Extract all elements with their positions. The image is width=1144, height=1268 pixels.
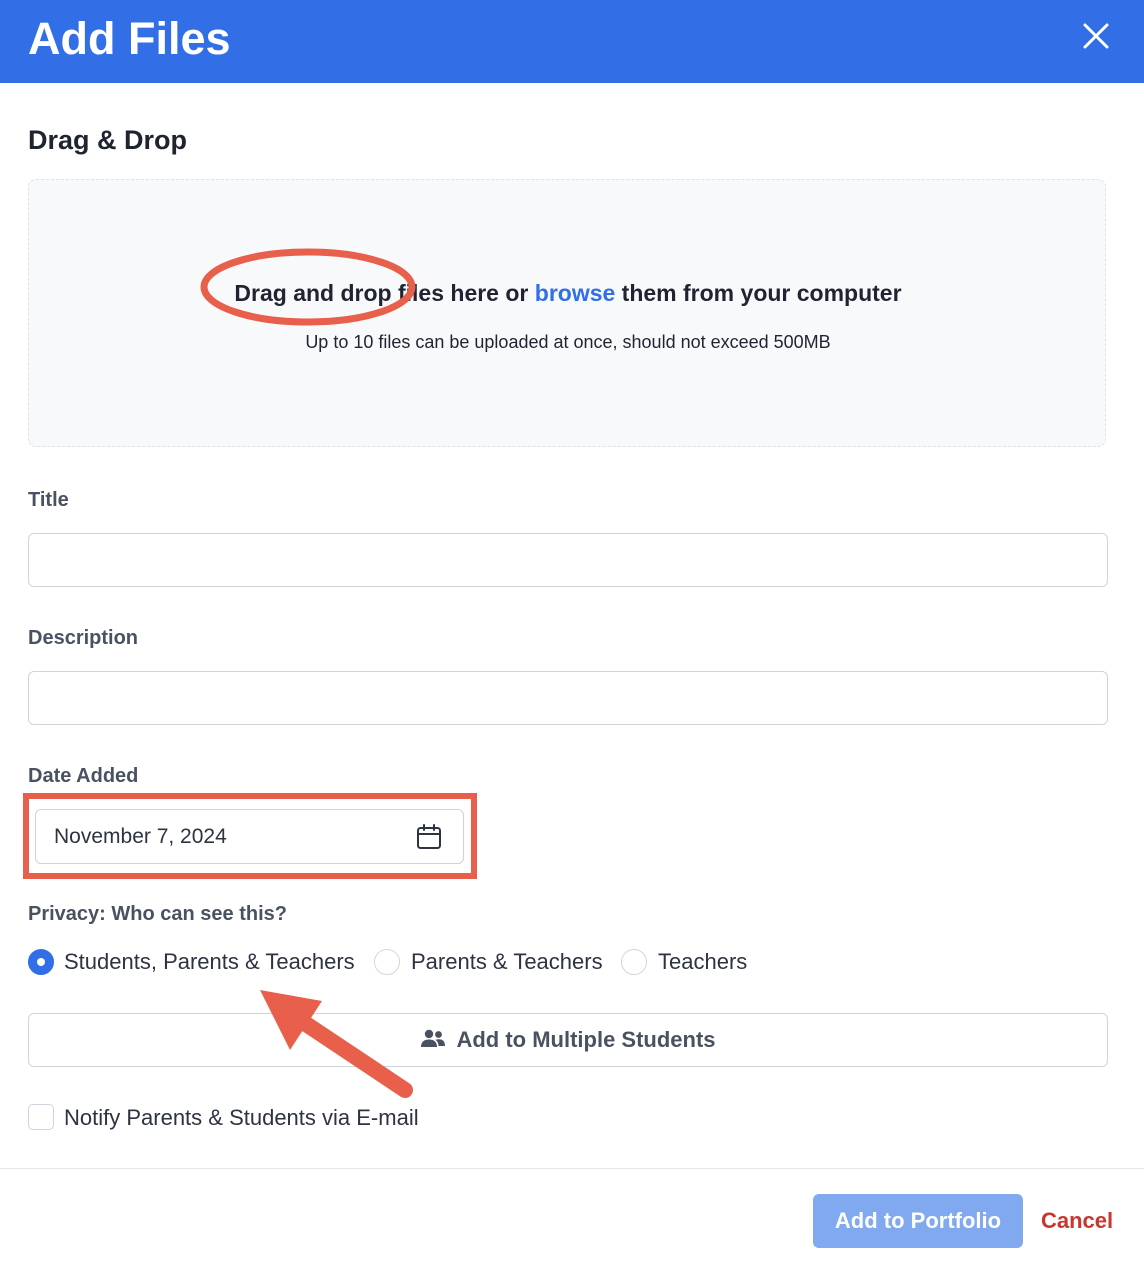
dropzone-text-after: them from your computer [615, 280, 902, 306]
privacy-radio-teachers[interactable] [621, 949, 647, 975]
date-added-value: November 7, 2024 [54, 825, 227, 848]
cancel-button[interactable]: Cancel [1041, 1207, 1113, 1235]
description-input[interactable] [28, 671, 1108, 725]
browse-link[interactable]: browse [535, 280, 616, 306]
dropzone-text-before: Drag and drop files here or [234, 280, 535, 306]
drag-drop-heading: Drag & Drop [28, 125, 188, 155]
file-dropzone[interactable]: Drag and drop files here or browse them … [28, 179, 1106, 447]
privacy-label: Privacy: Who can see this? [28, 903, 287, 925]
calendar-icon[interactable] [415, 823, 443, 851]
description-label: Description [28, 627, 139, 649]
date-added-input[interactable]: November 7, 2024 [35, 809, 464, 864]
add-to-portfolio-button[interactable]: Add to Portfolio [813, 1194, 1023, 1248]
notify-label[interactable]: Notify Parents & Students via E-mail [64, 1104, 419, 1132]
privacy-option-teachers[interactable]: Teachers [658, 948, 747, 976]
users-icon [421, 1029, 446, 1047]
privacy-radio-students-parents-teachers[interactable] [28, 949, 54, 975]
date-added-label: Date Added [28, 765, 139, 787]
notify-checkbox[interactable] [28, 1104, 54, 1130]
add-multiple-students-button[interactable]: Add to Multiple Students [28, 1013, 1108, 1067]
dialog-title: Add Files [28, 13, 231, 64]
dialog-header: Add Files [0, 0, 1144, 83]
add-multiple-students-label: Add to Multiple Students [456, 1027, 716, 1052]
privacy-radio-parents-teachers[interactable] [374, 949, 400, 975]
title-label: Title [28, 489, 69, 511]
footer-divider [0, 1168, 1144, 1169]
dropzone-instructions: Drag and drop files here or browse them … [29, 278, 1107, 308]
title-input[interactable] [28, 533, 1108, 587]
add-multiple-students-content: Add to Multiple Students [29, 1026, 1107, 1057]
privacy-option-students-parents-teachers[interactable]: Students, Parents & Teachers [64, 948, 355, 976]
add-files-dialog: Add Files Drag & Drop Drag and drop file… [0, 0, 1144, 1268]
dropzone-hint: Up to 10 files can be uploaded at once, … [305, 332, 831, 352]
close-icon[interactable] [1076, 16, 1116, 56]
privacy-option-parents-teachers[interactable]: Parents & Teachers [411, 948, 603, 976]
